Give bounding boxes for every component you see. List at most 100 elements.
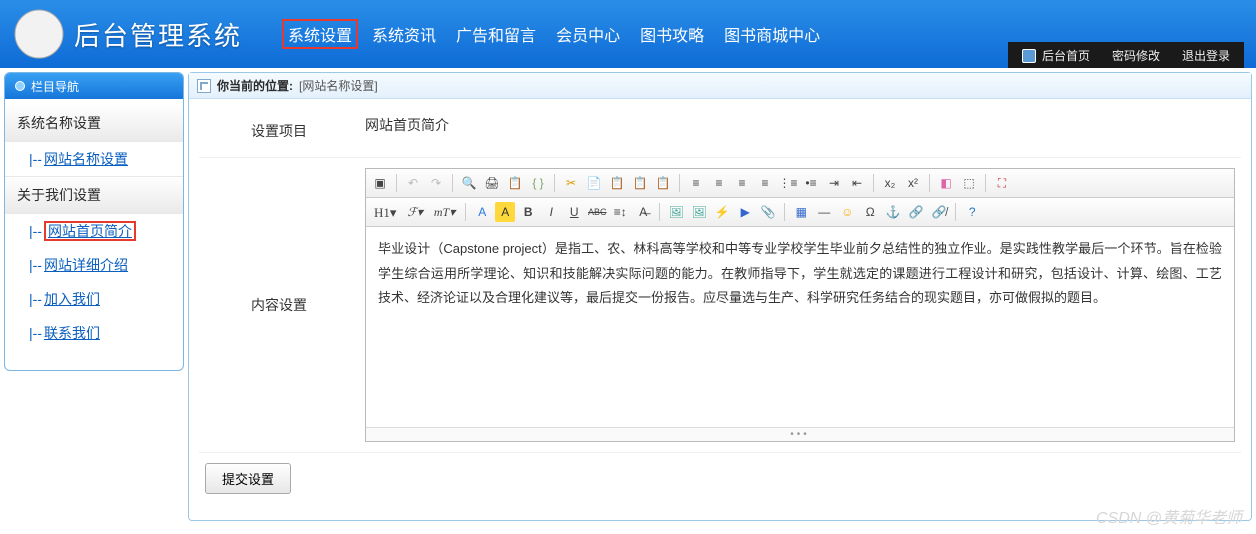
user-bar: 后台首页 密码修改 退出登录: [1008, 42, 1244, 68]
logo-icon: [14, 9, 64, 59]
sidebar: 栏目导航 系统名称设置|--网站名称设置关于我们设置|--网站首页简介|--网站…: [4, 72, 184, 371]
cut-icon[interactable]: ✂: [561, 173, 581, 193]
hr-icon[interactable]: —: [814, 202, 834, 222]
submit-button[interactable]: 提交设置: [205, 463, 291, 494]
undo-icon: ↶: [403, 173, 423, 193]
top-nav-item[interactable]: 广告和留言: [450, 19, 542, 49]
indent-icon[interactable]: ⇥: [824, 173, 844, 193]
bold-icon[interactable]: B: [518, 202, 538, 222]
link-icon[interactable]: 🔗: [906, 202, 926, 222]
multi-image-icon[interactable]: 🖼: [689, 202, 709, 222]
main-panel: 你当前的位置: [网站名称设置] 设置项目 网站首页简介 内容设置 ▣↶↷🔍🖨📋…: [188, 72, 1252, 521]
header: 后台管理系统 系统设置系统资讯广告和留言会员中心图书攻略图书商城中心 后台首页 …: [0, 0, 1256, 68]
list-ol-icon[interactable]: ⋮≡: [778, 173, 798, 193]
editor-toolbar-row-1: ▣↶↷🔍🖨📋{ }✂📄📋📋📋≡≡≡≡⋮≡•≡⇥⇤x₂x²◧⬚⛶: [366, 169, 1234, 198]
fullscreen-icon[interactable]: ⛶: [992, 173, 1012, 193]
align-left-icon[interactable]: ≡: [686, 173, 706, 193]
eraser-icon[interactable]: ◧: [936, 173, 956, 193]
toolbar-separator: [929, 174, 930, 192]
sidebar-item[interactable]: |--网站详细介绍: [5, 248, 183, 282]
copy-icon[interactable]: 📄: [584, 173, 604, 193]
field-label-content: 内容设置: [199, 158, 359, 452]
sidebar-item-label: 网站详细介绍: [44, 257, 128, 273]
code-icon[interactable]: { }: [528, 173, 548, 193]
preview-icon[interactable]: 🔍: [459, 173, 479, 193]
toolbar-separator: [985, 174, 986, 192]
anchor-icon[interactable]: ⚓: [883, 202, 903, 222]
font-size-select[interactable]: тT▾: [430, 202, 459, 222]
toolbar-separator: [452, 174, 453, 192]
align-justify-icon[interactable]: ≡: [755, 173, 775, 193]
align-right-icon[interactable]: ≡: [732, 173, 752, 193]
strikethrough-icon[interactable]: ABC: [587, 202, 607, 222]
top-nav: 系统设置系统资讯广告和留言会员中心图书攻略图书商城中心: [282, 19, 826, 49]
file-icon[interactable]: 📎: [758, 202, 778, 222]
paste-text-icon[interactable]: 📋: [630, 173, 650, 193]
dot-icon: [15, 81, 25, 91]
toolbar-separator: [465, 203, 466, 221]
subscript-icon[interactable]: x₂: [880, 173, 900, 193]
home-link[interactable]: 后台首页: [1022, 47, 1090, 64]
sidebar-item-label: 网站首页简介: [44, 221, 136, 241]
sidebar-item[interactable]: |--网站首页简介: [5, 214, 183, 248]
about-icon[interactable]: ?: [962, 202, 982, 222]
system-title: 后台管理系统: [74, 16, 242, 53]
toolbar-separator: [873, 174, 874, 192]
select-all-icon[interactable]: ⬚: [959, 173, 979, 193]
source-icon[interactable]: ▣: [370, 173, 390, 193]
top-nav-item[interactable]: 会员中心: [550, 19, 626, 49]
sidebar-item[interactable]: |--联系我们: [5, 316, 183, 350]
calendar-icon: [1022, 49, 1036, 63]
top-nav-item[interactable]: 系统设置: [282, 19, 358, 49]
sidebar-group[interactable]: 关于我们设置: [5, 176, 183, 214]
flash-icon[interactable]: ⚡: [712, 202, 732, 222]
media-icon[interactable]: ▶: [735, 202, 755, 222]
paste-word-icon[interactable]: 📋: [653, 173, 673, 193]
highlight-icon[interactable]: A: [495, 202, 515, 222]
paste-icon[interactable]: 📋: [607, 173, 627, 193]
sidebar-item-label: 网站名称设置: [44, 151, 128, 167]
align-center-icon[interactable]: ≡: [709, 173, 729, 193]
toolbar-separator: [955, 203, 956, 221]
top-nav-item[interactable]: 系统资讯: [366, 19, 442, 49]
sidebar-group[interactable]: 系统名称设置: [5, 105, 183, 142]
sidebar-item[interactable]: |--网站名称设置: [5, 142, 183, 176]
heading-select[interactable]: H1▾: [370, 202, 400, 222]
superscript-icon[interactable]: x²: [903, 173, 923, 193]
sidebar-item[interactable]: |--加入我们: [5, 282, 183, 316]
toolbar-separator: [554, 174, 555, 192]
toolbar-separator: [659, 203, 660, 221]
font-family-select[interactable]: ℱ▾: [403, 202, 426, 222]
sidebar-heading: 栏目导航: [5, 73, 183, 99]
template-icon[interactable]: 📋: [505, 173, 525, 193]
table-icon[interactable]: ▦: [791, 202, 811, 222]
image-icon[interactable]: 🖼: [666, 202, 686, 222]
editor-resize-handle[interactable]: •••: [366, 427, 1234, 441]
sidebar-item-label: 联系我们: [44, 325, 100, 341]
change-password-link[interactable]: 密码修改: [1112, 47, 1160, 64]
field-label-project: 设置项目: [199, 105, 359, 157]
line-height-icon[interactable]: ≡↕: [610, 202, 630, 222]
rich-text-editor: ▣↶↷🔍🖨📋{ }✂📄📋📋📋≡≡≡≡⋮≡•≡⇥⇤x₂x²◧⬚⛶ H1▾ℱ▾тT▾…: [365, 168, 1235, 442]
editor-content[interactable]: 毕业设计（Capstone project）是指工、农、林科高等学校和中等专业学…: [366, 227, 1234, 427]
print-icon[interactable]: 🖨: [482, 173, 502, 193]
emoji-icon[interactable]: ☺: [837, 202, 857, 222]
breadcrumb: 你当前的位置: [网站名称设置]: [189, 73, 1251, 99]
font-color-icon[interactable]: A: [472, 202, 492, 222]
italic-icon[interactable]: I: [541, 202, 561, 222]
top-nav-item[interactable]: 图书商城中心: [718, 19, 826, 49]
underline-icon[interactable]: U: [564, 202, 584, 222]
toolbar-separator: [784, 203, 785, 221]
unlink-icon[interactable]: 🔗̸: [929, 202, 949, 222]
sidebar-item-label: 加入我们: [44, 291, 100, 307]
list-ul-icon[interactable]: •≡: [801, 173, 821, 193]
redo-icon: ↷: [426, 173, 446, 193]
special-char-icon[interactable]: Ω: [860, 202, 880, 222]
logout-link[interactable]: 退出登录: [1182, 47, 1230, 64]
toolbar-separator: [679, 174, 680, 192]
outdent-icon[interactable]: ⇤: [847, 173, 867, 193]
editor-toolbar-row-2: H1▾ℱ▾тT▾AABIUABC≡↕A̶🖼🖼⚡▶📎▦—☺Ω⚓🔗🔗̸?: [366, 198, 1234, 227]
top-nav-item[interactable]: 图书攻略: [634, 19, 710, 49]
remove-format-icon[interactable]: A̶: [633, 202, 653, 222]
toolbar-separator: [396, 174, 397, 192]
